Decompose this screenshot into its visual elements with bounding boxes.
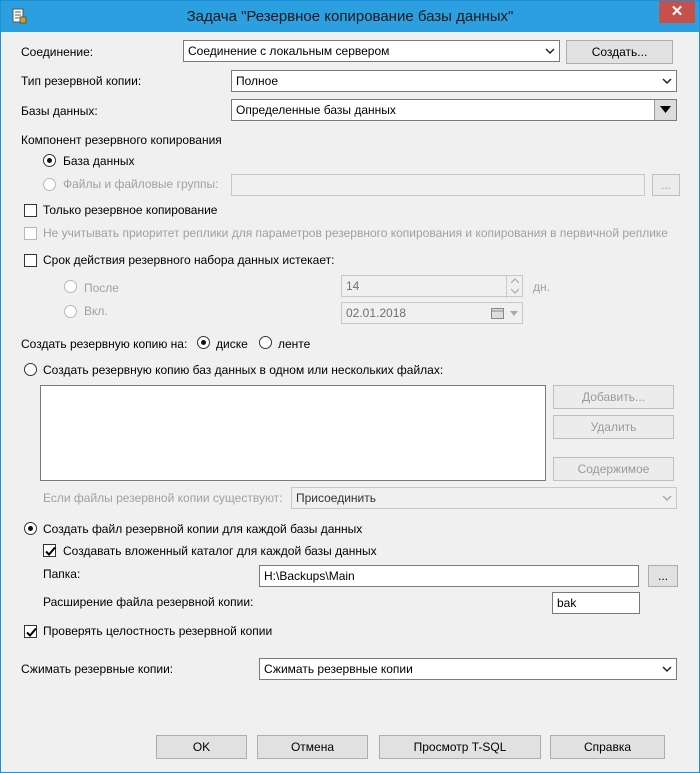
triangle-down-icon	[660, 106, 671, 113]
ok-button[interactable]: OK	[156, 735, 247, 759]
chevron-down-icon	[545, 48, 555, 55]
files-exist-label: Если файлы резервной копии существуют:	[43, 491, 283, 505]
expiry-checkbox[interactable]	[24, 254, 37, 267]
window-title: Задача "Резервное копирование базы данны…	[186, 8, 514, 25]
subdir-checkbox[interactable]	[43, 544, 56, 557]
checkmark-icon	[26, 627, 37, 637]
component-database-label: База данных	[63, 154, 135, 168]
destination-tape-radio[interactable]	[259, 336, 272, 349]
backup-type-label: Тип резервной копии:	[21, 74, 142, 88]
title-bar: Задача "Резервное копирование базы данны…	[1, 1, 699, 32]
verify-checkbox[interactable]	[24, 625, 37, 638]
folder-label: Папка:	[43, 567, 81, 581]
extension-input[interactable]: bak	[552, 592, 640, 614]
component-files-radio[interactable]	[43, 178, 56, 191]
expiry-date-picker[interactable]: 02.01.2018	[341, 302, 523, 324]
files-exist-value: Присоединить	[296, 491, 377, 505]
destination-disk-label: диске	[216, 337, 248, 351]
expiry-after-label: После	[84, 281, 119, 295]
backup-task-dialog: Задача "Резервное копирование базы данны…	[0, 0, 700, 773]
cancel-button[interactable]: Отмена	[257, 735, 368, 759]
copy-only-checkbox[interactable]	[24, 204, 37, 217]
filegroups-browse-button[interactable]: ...	[652, 174, 680, 196]
folder-browse-button[interactable]: ...	[648, 565, 678, 587]
compression-label: Сжимать резервные копии:	[21, 662, 174, 676]
expiry-days-input[interactable]: 14	[341, 275, 523, 298]
backup-files-list[interactable]	[40, 385, 546, 481]
filegroups-field[interactable]	[231, 174, 645, 196]
remove-file-button[interactable]: Удалить	[553, 415, 674, 439]
add-file-button[interactable]: Добавить...	[553, 385, 674, 409]
chevron-down-icon	[662, 495, 672, 502]
single-files-radio[interactable]	[24, 363, 37, 376]
destination-tape-label: ленте	[278, 337, 311, 351]
databases-value: Определенные базы данных	[236, 103, 396, 117]
connection-value: Соединение с локальным сервером	[188, 44, 390, 58]
databases-label: Базы данных:	[21, 104, 98, 118]
replica-priority-checkbox[interactable]	[24, 227, 37, 240]
spin-down-icon	[511, 288, 519, 294]
destination-label: Создать резервную копию на:	[21, 337, 188, 351]
backup-type-value: Полное	[236, 74, 279, 88]
days-spinner[interactable]	[506, 276, 522, 298]
single-files-label: Создать резервную копию баз данных в одн…	[43, 363, 444, 377]
compression-value: Сжимать резервные копии	[264, 662, 413, 676]
expiry-label: Срок действия резервного набора данных и…	[43, 253, 335, 267]
expiry-date-value: 02.01.2018	[346, 306, 407, 320]
replica-priority-label: Не учитывать приоритет реплики для парам…	[43, 226, 668, 240]
chevron-down-icon	[662, 78, 672, 85]
spin-up-icon	[511, 278, 519, 284]
destination-disk-radio[interactable]	[197, 336, 210, 349]
expiry-after-radio[interactable]	[64, 280, 77, 293]
backup-type-select[interactable]: Полное	[231, 70, 677, 92]
close-button[interactable]: ✕	[659, 1, 695, 23]
subdir-label: Создавать вложенный каталог для каждой б…	[63, 544, 377, 558]
help-button[interactable]: Справка	[550, 735, 665, 759]
verify-label: Проверять целостность резервной копии	[43, 624, 273, 638]
copy-only-label: Только резервное копирование	[43, 203, 218, 217]
expiry-days-unit: дн.	[533, 280, 550, 294]
per-db-label: Создать файл резервной копии для каждой …	[43, 522, 363, 536]
dropdown-button[interactable]	[654, 100, 676, 120]
chevron-down-icon	[510, 311, 518, 316]
compression-select[interactable]: Сжимать резервные копии	[259, 658, 677, 680]
databases-select[interactable]: Определенные базы данных	[231, 99, 677, 121]
connection-label: Соединение:	[21, 45, 94, 59]
component-files-label: Файлы и файловые группы:	[63, 177, 219, 191]
view-tsql-button[interactable]: Просмотр T-SQL	[379, 735, 541, 759]
chevron-down-icon	[662, 666, 672, 673]
component-database-radio[interactable]	[43, 154, 56, 167]
contents-button[interactable]: Содержимое	[553, 457, 674, 481]
expiry-days-value: 14	[346, 279, 360, 293]
files-exist-select[interactable]: Присоединить	[291, 487, 677, 509]
create-connection-button[interactable]: Создать...	[566, 40, 673, 64]
per-db-radio[interactable]	[24, 522, 37, 535]
expiry-on-label: Вкл.	[84, 304, 108, 318]
folder-input[interactable]: H:\Backups\Main	[259, 565, 639, 587]
component-heading: Компонент резервного копирования	[21, 133, 222, 147]
expiry-on-radio[interactable]	[64, 305, 77, 318]
connection-select[interactable]: Соединение с локальным сервером	[183, 40, 560, 62]
calendar-icon	[491, 308, 504, 319]
extension-label: Расширение файла резервной копии:	[43, 595, 254, 609]
checkmark-icon	[45, 546, 56, 556]
